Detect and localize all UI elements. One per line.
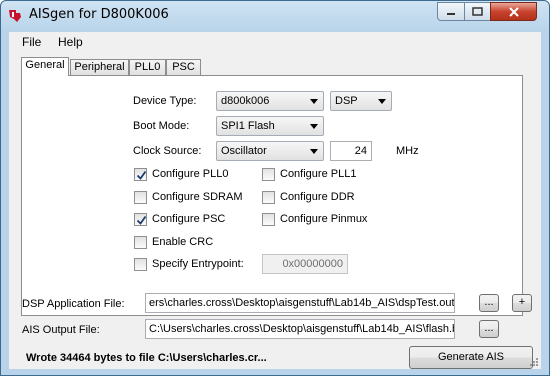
enable-crc-label: Enable CRC: [152, 236, 214, 248]
specify-entrypoint-label: Specify Entrypoint:: [152, 258, 244, 270]
clock-source-label: Clock Source:: [133, 145, 202, 157]
checkmark-icon: [136, 170, 147, 180]
ais-output-file-value: C:\Users\charles.cross\Desktop\aisgenstu…: [149, 323, 455, 335]
configure-pll1-label: Configure PLL1: [280, 168, 357, 180]
generate-ais-button[interactable]: Generate AIS: [409, 346, 533, 369]
dropdown-arrow-icon: [310, 149, 318, 154]
title-bar[interactable]: AISgen for D800K006: [1, 1, 549, 31]
dropdown-arrow-icon: [310, 124, 318, 129]
dsp-app-file-label: DSP Application File:: [22, 298, 125, 310]
status-message: Wrote 34464 bytes to file C:\Users\charl…: [26, 352, 267, 364]
device-type-select[interactable]: d800k006: [216, 91, 324, 111]
checkbox-box: [262, 213, 275, 226]
configure-sdram-label: Configure SDRAM: [152, 191, 243, 203]
configure-psc-label: Configure PSC: [152, 213, 226, 225]
boot-mode-label: Boot Mode:: [133, 120, 190, 132]
checkbox-box: [134, 191, 147, 204]
ais-output-file-input[interactable]: C:\Users\charles.cross\Desktop\aisgenstu…: [145, 319, 455, 339]
boot-mode-select[interactable]: SPI1 Flash: [216, 116, 324, 136]
client-area: File Help General Peripheral PLL0 PSC De…: [9, 32, 541, 369]
configure-ddr-label: Configure DDR: [280, 191, 355, 203]
core-select[interactable]: DSP: [330, 91, 392, 111]
maximize-button[interactable]: [464, 2, 491, 21]
ti-logo-icon: [9, 10, 21, 22]
maximize-icon: [472, 7, 483, 16]
window-title: AISgen for D800K006: [29, 7, 169, 22]
clock-frequency-input[interactable]: 24: [330, 141, 372, 161]
core-value: DSP: [335, 95, 358, 107]
ais-output-browse-button[interactable]: ...: [479, 320, 499, 338]
menu-bar: File Help: [9, 32, 541, 52]
clock-source-value: Oscillator: [221, 145, 267, 157]
tab-peripheral[interactable]: Peripheral: [70, 59, 129, 75]
clock-frequency-value: 24: [354, 145, 367, 157]
entrypoint-value: 0x00000000: [282, 258, 343, 270]
ais-output-file-label: AIS Output File:: [22, 324, 100, 336]
configure-pinmux-label: Configure Pinmux: [280, 213, 368, 225]
close-icon: [508, 6, 519, 17]
close-button[interactable]: [490, 2, 537, 21]
dropdown-arrow-icon: [378, 99, 386, 104]
resize-grip-icon[interactable]: [529, 357, 539, 367]
checkmark-icon: [136, 215, 147, 225]
device-type-value: d800k006: [221, 95, 270, 107]
dsp-app-file-value: ers\charles.cross\Desktop\aisgenstuff\La…: [149, 297, 455, 309]
checkbox-box: [134, 258, 147, 271]
app-window: AISgen for D800K006 File Help General Pe…: [0, 0, 550, 376]
checkbox-box: [134, 168, 147, 181]
device-type-label: Device Type:: [133, 95, 197, 107]
checkbox-box: [134, 236, 147, 249]
tab-general[interactable]: General: [21, 57, 69, 76]
entrypoint-input[interactable]: 0x00000000: [262, 254, 348, 274]
dsp-app-browse-button[interactable]: ...: [479, 294, 499, 312]
dropdown-arrow-icon: [310, 99, 318, 104]
clock-source-select[interactable]: Oscillator: [216, 141, 324, 161]
menu-file[interactable]: File: [22, 35, 41, 49]
configure-pll0-label: Configure PLL0: [152, 168, 229, 180]
tab-psc[interactable]: PSC: [166, 59, 201, 75]
dsp-app-add-button[interactable]: +: [512, 294, 532, 312]
dsp-app-file-input[interactable]: ers\charles.cross\Desktop\aisgenstuff\La…: [145, 293, 455, 313]
checkbox-box: [134, 213, 147, 226]
mhz-unit-label: MHz: [396, 145, 419, 157]
minimize-button[interactable]: [437, 2, 465, 21]
menu-help[interactable]: Help: [58, 35, 83, 49]
general-panel: Device Type: d800k006 DSP Boot Mode: SPI…: [21, 75, 523, 316]
minimize-icon: [447, 12, 455, 15]
boot-mode-value: SPI1 Flash: [221, 120, 275, 132]
tab-pll0[interactable]: PLL0: [129, 59, 166, 75]
checkbox-box: [262, 191, 275, 204]
checkbox-box: [262, 168, 275, 181]
